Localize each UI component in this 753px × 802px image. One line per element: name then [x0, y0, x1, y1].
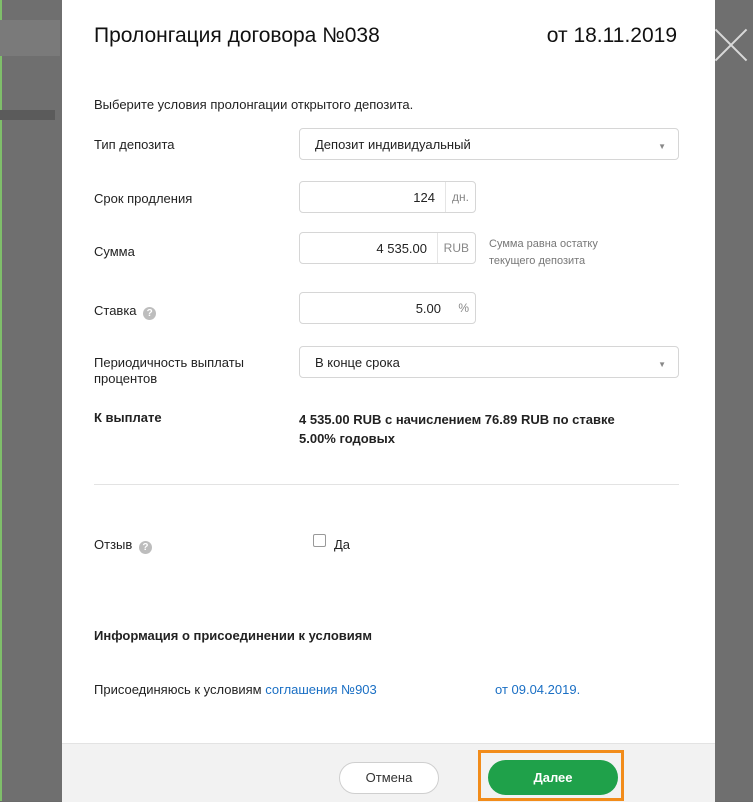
info-title: Информация о присоединении к условиям: [94, 628, 372, 643]
recall-checkbox[interactable]: [313, 534, 326, 547]
background-element: [0, 20, 60, 56]
amount-label: Сумма: [94, 244, 135, 259]
dialog-title: Пролонгация договора №038: [94, 24, 380, 47]
deposit-type-label: Тип депозита: [94, 137, 175, 152]
rate-label: Ставка: [94, 303, 137, 318]
next-button[interactable]: Далее: [488, 760, 618, 795]
contract-date: от 18.11.2019: [546, 24, 677, 47]
term-label: Срок продления: [94, 191, 193, 206]
deposit-type-select[interactable]: Депозит индивидуальный ▼: [299, 128, 679, 160]
intro-text: Выберите условия пролонгации открытого д…: [94, 97, 414, 112]
agreement-date-link[interactable]: от 09.04.2019.: [495, 682, 580, 697]
deposit-type-value: Депозит индивидуальный: [315, 137, 471, 152]
background-element: [0, 110, 55, 120]
payout-text: 4 535.00 RUB с начислением 76.89 RUB по …: [299, 410, 679, 448]
rate-label-wrap: Ставка ?: [94, 303, 157, 320]
chevron-down-icon: ▼: [658, 142, 666, 151]
help-icon[interactable]: ?: [138, 541, 152, 554]
recall-label-wrap: Отзыв ?: [94, 537, 152, 554]
agree-text-wrap: Присоединяюсь к условиям соглашения №903: [94, 682, 377, 697]
term-input[interactable]: 124 дн.: [299, 181, 476, 213]
agree-text: Присоединяюсь к условиям: [94, 682, 266, 697]
term-value: 124: [413, 190, 435, 205]
chevron-down-icon: ▼: [658, 360, 666, 369]
amount-hint-line: Сумма равна остатку: [489, 238, 598, 250]
payout-line: 5.00% годовых: [299, 431, 396, 446]
periodicity-select[interactable]: В конце срока ▼: [299, 346, 679, 378]
close-icon[interactable]: [713, 26, 749, 62]
amount-unit: RUB: [436, 233, 475, 263]
cancel-button[interactable]: Отмена: [339, 762, 439, 794]
payout-line: 4 535.00 RUB с начислением 76.89 RUB по …: [299, 412, 615, 427]
recall-checkbox-label[interactable]: Да: [334, 537, 350, 552]
periodicity-label-line: процентов: [94, 371, 158, 386]
recall-label: Отзыв: [94, 537, 133, 552]
help-icon[interactable]: ?: [143, 307, 157, 320]
amount-hint: Сумма равна остатку текущего депозита: [489, 236, 598, 270]
rate-input[interactable]: 5.00 %: [299, 292, 476, 324]
periodicity-label: Периодичность выплаты процентов: [94, 355, 244, 387]
amount-value: 4 535.00: [376, 241, 427, 256]
rate-value: 5.00: [415, 301, 441, 316]
rate-unit: %: [458, 301, 469, 315]
amount-input[interactable]: 4 535.00 RUB: [299, 232, 476, 264]
amount-hint-line: текущего депозита: [489, 255, 586, 267]
prolongation-dialog: Пролонгация договора №038 от 18.11.2019 …: [62, 0, 715, 802]
agreement-link[interactable]: соглашения №903: [265, 682, 377, 697]
divider: [94, 484, 679, 485]
periodicity-value: В конце срока: [315, 355, 400, 370]
term-unit: дн.: [445, 182, 475, 212]
payout-label: К выплате: [94, 410, 162, 425]
periodicity-label-line: Периодичность выплаты: [94, 355, 244, 370]
